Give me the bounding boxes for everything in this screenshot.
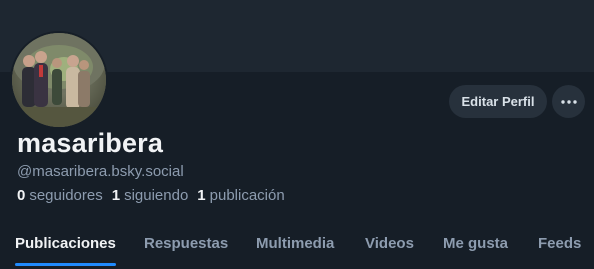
tab-respuestas[interactable]: Respuestas [144, 226, 228, 266]
display-name: masaribera [17, 128, 164, 158]
tab-publicaciones[interactable]: Publicaciones [15, 226, 116, 266]
followers-count: 0 [17, 187, 26, 204]
avatar[interactable] [10, 31, 108, 129]
avatar-photo [12, 33, 106, 127]
more-options-button[interactable] [552, 85, 585, 118]
tab-multimedia[interactable]: Multimedia [256, 226, 334, 266]
posts-label: publicación [209, 187, 285, 204]
edit-profile-button[interactable]: Editar Perfil [449, 85, 547, 118]
following-label: siguiendo [124, 187, 189, 204]
active-tab-indicator [15, 263, 116, 266]
followers-stat[interactable]: 0 seguidores [17, 186, 103, 206]
following-count: 1 [111, 187, 121, 204]
following-stat[interactable]: 1 siguiendo [112, 186, 189, 206]
tab-feeds[interactable]: Feeds [538, 226, 581, 266]
profile-handle[interactable]: @masaribera.bsky.social [17, 162, 184, 182]
posts-count: 1 [197, 187, 206, 204]
posts-stat: 1 publicación [197, 186, 284, 206]
ellipsis-horizontal-icon [560, 99, 577, 104]
followers-label: seguidores [29, 187, 103, 204]
profile-stats: 0 seguidores 1 siguiendo 1 publicación [17, 186, 285, 206]
tab-videos[interactable]: Videos [365, 226, 414, 266]
tab-me-gusta[interactable]: Me gusta [443, 226, 508, 266]
profile-page: Editar Perfil masaribera @masaribera.bsk… [0, 0, 594, 269]
profile-tabs: Publicaciones Respuestas Multimedia Vide… [0, 226, 594, 269]
